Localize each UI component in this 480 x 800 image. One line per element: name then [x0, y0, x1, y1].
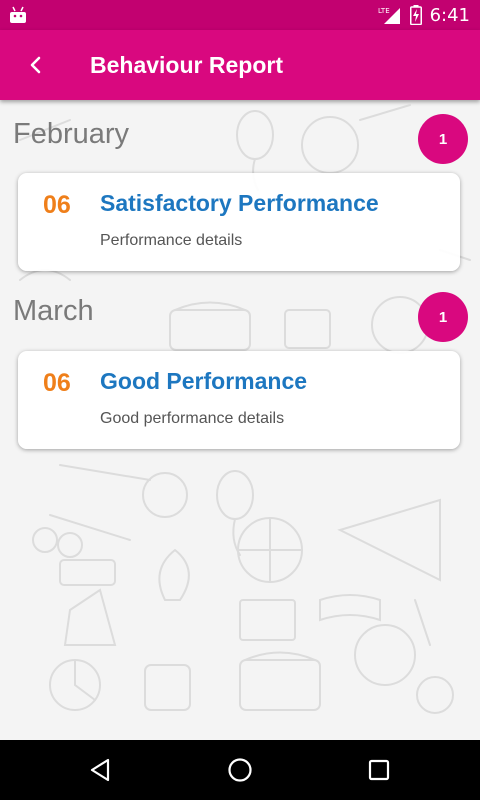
- report-card[interactable]: 06 Good Performance Good performance det…: [18, 351, 460, 449]
- chevron-left-icon: [30, 56, 41, 74]
- report-day: 06: [43, 191, 71, 219]
- report-count-badge: 1: [418, 114, 468, 164]
- navigation-bar: [0, 740, 480, 800]
- android-icon: [10, 6, 26, 23]
- report-detail: Good performance details: [100, 410, 285, 427]
- app-bar: Behaviour Report: [0, 30, 480, 100]
- network-label: LTE: [378, 7, 390, 15]
- report-title: Good Performance: [100, 368, 308, 394]
- report-day: 06: [43, 369, 71, 397]
- report-count-badge: 1: [418, 292, 468, 342]
- nav-home-button[interactable]: [220, 752, 260, 788]
- back-triangle-icon: [90, 758, 110, 782]
- month-label-march: March: [13, 295, 94, 327]
- nav-recents-button[interactable]: [359, 752, 399, 788]
- status-time: 6:41: [429, 4, 470, 26]
- home-circle-icon: [228, 758, 252, 782]
- report-detail: Performance details: [100, 232, 243, 249]
- report-card[interactable]: 06 Satisfactory Performance Performance …: [18, 173, 460, 271]
- signal-icon: LTE: [378, 7, 400, 24]
- recents-square-icon: [368, 759, 390, 781]
- status-bar: LTE 6:41: [0, 0, 480, 30]
- back-button[interactable]: [16, 45, 56, 85]
- battery-charging-icon: [409, 5, 422, 25]
- report-list[interactable]: February 1 06 Satisfactory Performance P…: [0, 100, 480, 740]
- month-label-february: February: [13, 118, 130, 150]
- report-title: Satisfactory Performance: [100, 190, 379, 216]
- page-title: Behaviour Report: [90, 52, 283, 78]
- nav-back-button[interactable]: [80, 752, 120, 788]
- status-icons: LTE 6:41: [378, 0, 470, 30]
